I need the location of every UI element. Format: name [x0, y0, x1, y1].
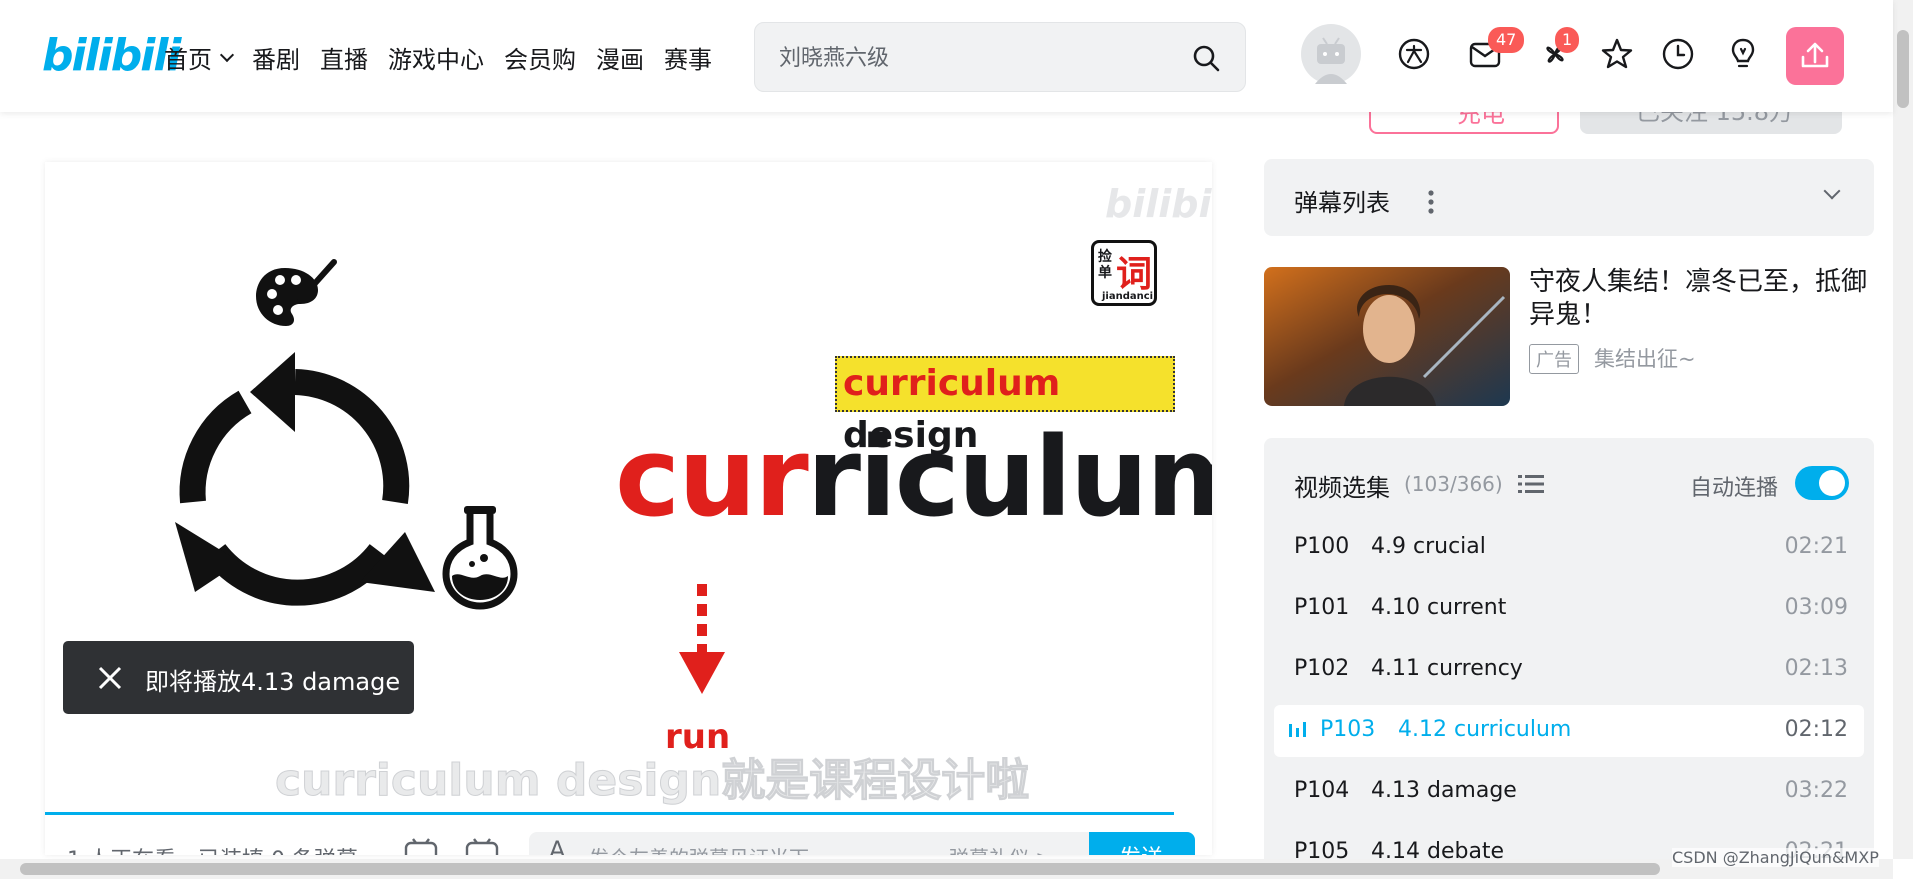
video-subtitle: curriculum design就是课程设计啦: [274, 755, 1030, 807]
history-icon[interactable]: [1660, 36, 1696, 72]
danmaku-toggle-icon[interactable]: [403, 837, 439, 855]
episode-item[interactable]: P102 4.11 currency 02:13: [1274, 644, 1864, 696]
ad-source[interactable]: 集结出征~: [1594, 343, 1696, 373]
danmaku-input[interactable]: A 发个友善的弹幕见证当下 弹幕礼仪 >: [529, 832, 1089, 855]
search-input[interactable]: [779, 41, 1159, 75]
episode-title: 4.9 crucial: [1371, 534, 1486, 559]
tv-avatar-icon: [1315, 37, 1347, 84]
word-red-part: cur: [615, 413, 809, 541]
favorite-icon[interactable]: [1599, 36, 1635, 72]
episode-number: P100: [1294, 534, 1350, 559]
ad-title[interactable]: 守夜人集结！凛冬已至，抵御异鬼！: [1529, 266, 1879, 332]
danmaku-list-header[interactable]: 弹幕列表: [1264, 159, 1874, 236]
progress-bar[interactable]: [45, 812, 1174, 815]
episode-title: 4.12 curriculum: [1398, 717, 1572, 742]
nav-game-center[interactable]: 游戏中心: [388, 40, 484, 75]
nav-home-label: 首页: [164, 46, 212, 74]
cycle-arrows-icon: [175, 352, 435, 606]
text-style-icon[interactable]: A: [549, 836, 565, 855]
autoplay-label: 自动连播: [1690, 476, 1779, 501]
episode-duration: 03:09: [1784, 595, 1848, 620]
episode-title: 4.10 current: [1371, 595, 1507, 620]
bilibili-watermark: bilibili: [1105, 182, 1212, 226]
search-icon[interactable]: [1191, 43, 1221, 73]
nav-mall[interactable]: 会员购: [504, 40, 576, 75]
video-player[interactable]: bilibili 捡单 词 jiandanci curriculum desig…: [45, 162, 1212, 855]
episode-duration: 03:22: [1784, 778, 1848, 803]
send-label: 发送: [1119, 840, 1163, 855]
danmaku-list-title: 弹幕列表: [1294, 189, 1390, 217]
close-icon[interactable]: [95, 663, 125, 693]
episode-number: P104: [1294, 778, 1350, 803]
brand-char: 词: [1116, 254, 1153, 295]
creation-icon[interactable]: [1725, 36, 1761, 72]
horizontal-scroll-thumb[interactable]: [20, 863, 1660, 875]
tag-red-word: curriculum: [843, 363, 1061, 404]
send-danmaku-button[interactable]: 发送: [1089, 832, 1195, 855]
nav-esports[interactable]: 赛事: [664, 40, 712, 75]
word-black-part: riculum: [806, 413, 1212, 541]
vocabulary-word: curriculum: [615, 402, 1212, 552]
ad-image: [1264, 267, 1510, 406]
nav-manga[interactable]: 漫画: [596, 40, 644, 75]
episode-item[interactable]: P104 4.13 damage 03:22: [1274, 766, 1864, 818]
down-arrow-icon: [679, 584, 725, 694]
episode-number: P101: [1294, 595, 1350, 620]
now-playing-icon: [1289, 722, 1306, 737]
episode-duration: 02:21: [1784, 534, 1848, 559]
brand-top-text: 捡单: [1098, 249, 1112, 281]
dynamic-badge: 1: [1555, 27, 1580, 53]
nav-live[interactable]: 直播: [320, 40, 368, 75]
upload-button[interactable]: [1786, 27, 1844, 85]
ad-thumbnail[interactable]: [1264, 267, 1510, 406]
episode-item[interactable]: P100 4.9 crucial 02:21: [1274, 522, 1864, 574]
next-video-toast: 即将播放4.13 damage: [63, 641, 414, 714]
episode-duration: 02:13: [1784, 656, 1848, 681]
bilibili-logo[interactable]: bilibili: [42, 30, 181, 81]
video-collection-panel: 视频选集 (103/366) 自动连播 P100 4.9 crucial 02:…: [1264, 438, 1874, 879]
danmaku-placeholder: 发个友善的弹幕见证当下: [589, 842, 809, 855]
vertical-scrollbar[interactable]: [1893, 0, 1913, 859]
autoplay-toggle[interactable]: [1795, 466, 1849, 500]
vertical-scroll-thumb[interactable]: [1897, 30, 1909, 108]
danmaku-etiquette-link[interactable]: 弹幕礼仪 >: [949, 842, 1052, 855]
list-view-icon[interactable]: [1518, 474, 1544, 494]
message-badge: 47: [1488, 27, 1525, 53]
search-box: [754, 22, 1246, 92]
nav-home[interactable]: 首页: [164, 40, 235, 75]
top-header: bilibili 首页 番剧 直播 游戏中心 会员购 漫画 赛事 47: [0, 0, 1893, 112]
nav-bangumi[interactable]: 番剧: [252, 40, 300, 75]
horizontal-scrollbar[interactable]: [0, 859, 1893, 879]
episode-title: 4.13 damage: [1371, 778, 1517, 803]
flask-icon: [442, 506, 518, 610]
palette-icon: [256, 259, 337, 326]
vip-icon[interactable]: [1396, 36, 1432, 72]
upload-icon: [1801, 42, 1829, 68]
episode-title: 4.11 currency: [1371, 656, 1523, 681]
chevron-down-icon[interactable]: [1823, 182, 1841, 200]
chevron-down-icon: [219, 47, 235, 62]
collection-title: 视频选集: [1294, 474, 1390, 502]
next-video-label: 即将播放4.13 damage: [145, 668, 401, 696]
brand-sub: jiandanci: [1102, 291, 1154, 302]
episode-number: P102: [1294, 656, 1350, 681]
csdn-credit: CSDN @ZhangJiQun&MXP: [1672, 848, 1879, 867]
episode-item-active[interactable]: P103 4.12 curriculum 02:12: [1274, 705, 1864, 757]
episode-duration: 02:12: [1784, 717, 1848, 742]
jiandanci-logo: 捡单 词 jiandanci: [1091, 240, 1157, 306]
collection-count: (103/366): [1404, 472, 1503, 496]
viewer-status: 1 人正在看，已装填 0 条弹幕: [67, 842, 358, 855]
main-nav: 首页 番剧 直播 游戏中心 会员购 漫画 赛事: [164, 40, 732, 75]
episode-number: P103: [1320, 717, 1376, 742]
more-vertical-icon[interactable]: [1428, 189, 1434, 215]
ad-tag: 广告: [1529, 344, 1579, 374]
avatar[interactable]: [1301, 24, 1361, 84]
danmaku-settings-icon[interactable]: [464, 837, 500, 855]
episode-item[interactable]: P101 4.10 current 03:09: [1274, 583, 1864, 635]
